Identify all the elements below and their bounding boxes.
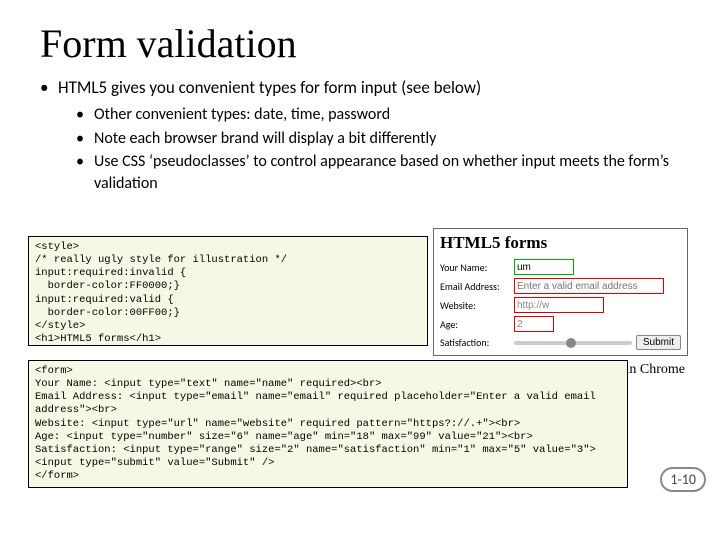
slide-title: Form validation (40, 20, 690, 67)
name-label: Your Name: (440, 261, 510, 274)
code-style-block: <style> /* really ugly style for illustr… (28, 236, 428, 346)
preview-heading: HTML5 forms (440, 233, 681, 253)
age-label: Age: (440, 318, 510, 331)
website-label: Website: (440, 299, 510, 312)
chrome-preview: HTML5 forms Your Name: Email Address: We… (433, 228, 688, 356)
sub-bullet: Other convenient types: date, time, pass… (58, 104, 690, 126)
name-field[interactable] (514, 259, 574, 275)
bullet-main: HTML5 gives you convenient types for for… (40, 77, 690, 194)
satisfaction-slider[interactable] (514, 341, 632, 345)
email-field[interactable] (514, 278, 664, 294)
website-field[interactable] (514, 297, 604, 313)
bullet-main-text: HTML5 gives you convenient types for for… (58, 77, 481, 98)
age-field[interactable] (514, 316, 554, 332)
email-label: Email Address: (440, 280, 510, 293)
sub-bullet: Use CSS ‘pseudoclasses’ to control appea… (58, 151, 690, 194)
code-form-block: <form> Your Name: <input type="text" nam… (28, 360, 628, 488)
sub-bullet: Note each browser brand will display a b… (58, 128, 690, 150)
submit-button[interactable]: Submit (636, 335, 681, 350)
page-number: 1-10 (660, 467, 706, 492)
sat-label: Satisfaction: (440, 336, 510, 349)
